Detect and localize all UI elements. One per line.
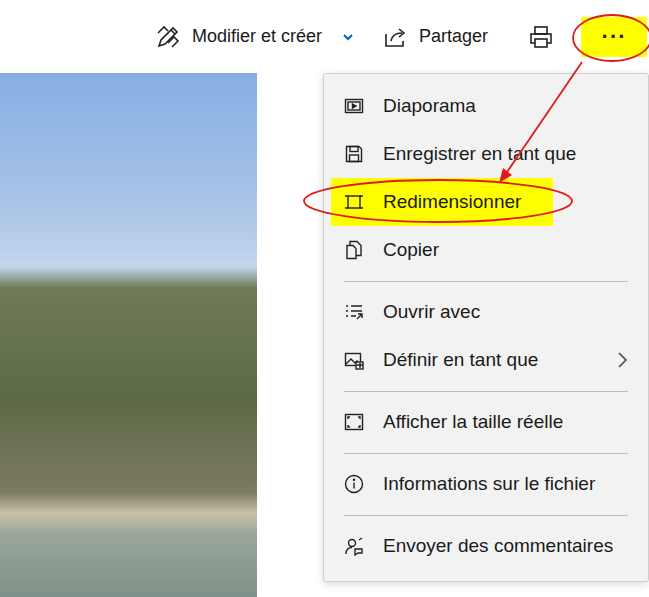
menu-item-content: Redimensionner — [331, 178, 553, 226]
menu-separator — [324, 274, 648, 288]
menu-item-label: Enregistrer en tant que — [383, 140, 576, 169]
separator-line — [344, 391, 628, 392]
menu-item[interactable]: Envoyer des commentaires — [324, 522, 648, 570]
photo — [0, 73, 257, 597]
menu-item-label: Définir en tant que — [383, 346, 538, 375]
menu-item-content: Enregistrer en tant que — [331, 130, 636, 178]
menu-item[interactable]: Redimensionner — [324, 178, 648, 226]
menu-item-content: Envoyer des commentaires — [331, 522, 636, 570]
share-label: Partager — [419, 23, 488, 50]
menu-item-content: Afficher la taille réelle — [331, 398, 636, 446]
toolbar: Modifier et créer Partager ··· — [0, 0, 649, 73]
menu-item[interactable]: Ouvrir avec — [324, 288, 648, 336]
photos-window: Modifier et créer Partager ··· Diaporama En… — [0, 0, 649, 597]
separator-line — [344, 515, 628, 516]
context-menu: Diaporama Enregistrer en tant que Redimens… — [323, 73, 649, 582]
menu-item-label: Envoyer des commentaires — [383, 532, 613, 561]
menu-item-label: Copier — [383, 236, 439, 265]
copy-icon — [344, 240, 364, 260]
menu-item-content: Ouvrir avec — [331, 288, 636, 336]
slideshow-icon — [344, 96, 364, 116]
more-button[interactable]: ··· — [581, 17, 647, 57]
menu-item-ellipse — [304, 180, 572, 222]
menu-item[interactable]: Informations sur le fichier — [324, 460, 648, 508]
separator-line — [344, 453, 628, 454]
menu-item-label: Ouvrir avec — [383, 298, 480, 327]
edit-icon — [155, 24, 181, 50]
separator-line — [344, 281, 628, 282]
menu-item-content: Définir en tant que — [331, 336, 616, 384]
edit-create-button[interactable]: Modifier et créer — [155, 23, 355, 50]
menu-separator — [324, 384, 648, 398]
annotation-overlay — [0, 0, 649, 597]
menu-item[interactable]: Afficher la taille réelle — [324, 398, 648, 446]
open-with-icon — [344, 302, 364, 322]
menu-item-label: Redimensionner — [383, 188, 521, 217]
menu-item-content: Informations sur le fichier — [331, 460, 636, 508]
arrow-head — [499, 168, 512, 183]
more-label: ··· — [602, 26, 627, 48]
menu-item[interactable]: Copier — [324, 226, 648, 274]
arrow-line — [505, 62, 582, 175]
print-button[interactable] — [528, 24, 554, 50]
menu-item[interactable]: Définir en tant que — [324, 336, 648, 384]
chevron-down-icon — [341, 30, 355, 44]
more-ellipse — [573, 15, 649, 61]
menu-item-spacer — [553, 178, 636, 226]
resize-icon — [344, 192, 364, 212]
share-button[interactable]: Partager — [383, 23, 488, 50]
menu-separator — [324, 446, 648, 460]
menu-item[interactable]: Diaporama — [324, 82, 648, 130]
printer-icon — [528, 24, 554, 50]
menu-item-label: Diaporama — [383, 92, 476, 121]
actual-size-icon — [344, 412, 364, 432]
menu-separator — [324, 508, 648, 522]
menu-item-label: Afficher la taille réelle — [383, 408, 563, 437]
menu-item-content: Diaporama — [331, 82, 636, 130]
feedback-icon — [344, 536, 364, 556]
set-as-icon — [344, 350, 364, 370]
menu-item[interactable]: Enregistrer en tant que — [324, 130, 648, 178]
chevron-right-icon — [616, 336, 636, 384]
edit-create-label: Modifier et créer — [192, 23, 322, 50]
menu-item-content: Copier — [331, 226, 636, 274]
info-icon — [344, 474, 364, 494]
save-icon — [344, 144, 364, 164]
menu-item-label: Informations sur le fichier — [383, 470, 595, 499]
share-icon — [383, 25, 408, 49]
